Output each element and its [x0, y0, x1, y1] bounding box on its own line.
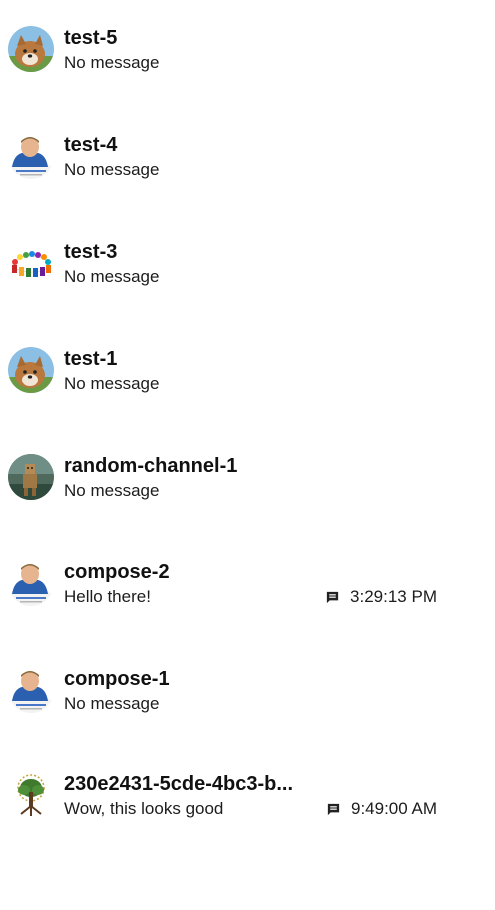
conversation-title: 230e2431-5cde-4bc3-b... [64, 773, 294, 795]
conversation-row[interactable]: test-4 No message [0, 133, 495, 205]
message-meta: 3:29:13 PM [325, 587, 437, 607]
conversation-row[interactable]: test-3 No message [0, 240, 495, 312]
message-timestamp: 3:29:13 PM [350, 587, 437, 606]
conversation-row[interactable]: 230e2431-5cde-4bc3-b... Wow, this looks … [0, 772, 495, 844]
conversation-row[interactable]: test-5 No message [0, 26, 495, 98]
tree-logo-avatar [8, 772, 54, 818]
message-icon [325, 590, 340, 605]
conversation-title: random-channel-1 [64, 455, 238, 477]
conversation-row[interactable]: compose-1 No message [0, 667, 495, 739]
last-message-preview: No message [64, 160, 160, 179]
conversation-title: test-5 [64, 27, 118, 49]
conversation-row[interactable]: random-channel-1 No message [0, 454, 495, 526]
message-icon [326, 802, 341, 817]
message-timestamp: 9:49:00 AM [350, 799, 437, 818]
last-message-preview: Hello there! [64, 587, 151, 606]
person-avatar [8, 133, 54, 179]
conversation-title: test-4 [64, 134, 118, 156]
person-avatar [8, 667, 54, 713]
conversation-title: compose-2 [64, 561, 170, 583]
message-meta: 9:49:00 AM [326, 799, 437, 819]
conversation-row[interactable]: test-1 No message [0, 347, 495, 419]
last-message-preview: No message [64, 53, 160, 72]
person-avatar [8, 560, 54, 606]
shiba-dog-avatar [8, 347, 54, 393]
shiba-dog-avatar [8, 26, 54, 72]
last-message-preview: No message [64, 694, 160, 713]
group-circle-avatar [8, 240, 54, 286]
conversation-title: compose-1 [64, 668, 170, 690]
conversation-title: test-1 [64, 348, 118, 370]
last-message-preview: No message [64, 374, 160, 393]
last-message-preview: Wow, this looks good [64, 799, 224, 818]
conversation-title: test-3 [64, 241, 118, 263]
last-message-preview: No message [64, 481, 160, 500]
conversation-row[interactable]: compose-2 Hello there! 3:29:13 PM [0, 560, 495, 632]
last-message-preview: No message [64, 267, 160, 286]
figure-photo-avatar [8, 454, 54, 500]
